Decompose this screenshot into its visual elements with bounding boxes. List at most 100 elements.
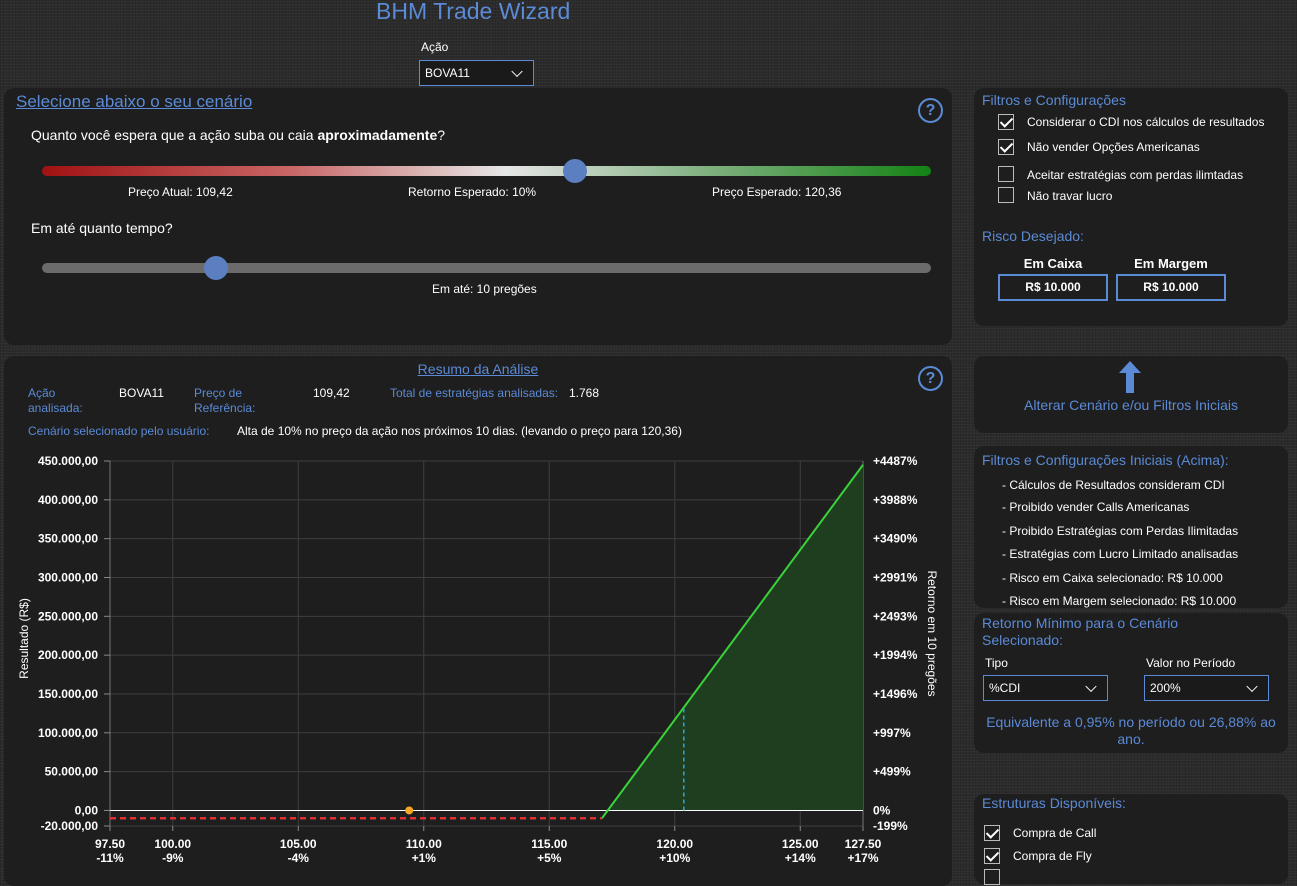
price-slider-thumb[interactable] bbox=[563, 159, 588, 183]
initial-filter-item: - Estratégias com Lucro Limitado analisa… bbox=[1002, 547, 1239, 561]
chevron-down-icon bbox=[1085, 680, 1097, 693]
valor-select-value: 200% bbox=[1150, 681, 1181, 695]
time-slider-track[interactable] bbox=[42, 263, 931, 273]
time-slider-thumb[interactable] bbox=[204, 256, 229, 280]
x-tick-percent: -9% bbox=[162, 851, 184, 865]
x-tick-percent: +17% bbox=[847, 851, 878, 865]
app-title: BHM Trade Wizard bbox=[376, 0, 571, 24]
acao-analisada-value: BOVA11 bbox=[119, 386, 164, 400]
x-tick-label: 115.00 bbox=[531, 837, 567, 851]
alter-button[interactable]: Alterar Cenário e/ou Filtros Iniciais bbox=[974, 397, 1288, 413]
checkbox-lock-profit[interactable] bbox=[998, 187, 1014, 203]
tipo-select[interactable]: %CDI bbox=[983, 675, 1108, 701]
preco-referencia-value: 109,42 bbox=[313, 386, 350, 400]
initial-filters-panel: Filtros e Configurações Iniciais (Acima)… bbox=[974, 446, 1288, 608]
x-tick-percent: -4% bbox=[288, 851, 310, 865]
x-tick-label: 127.50 bbox=[845, 837, 882, 851]
time-label: Em até: 10 pregões bbox=[432, 282, 537, 296]
acao-select[interactable]: BOVA11 bbox=[419, 60, 534, 86]
y2-tick-label: -199% bbox=[873, 819, 908, 833]
time-question: Em até quanto tempo? bbox=[31, 220, 173, 236]
scenario-panel: Selecione abaixo o seu cenário ? Quanto … bbox=[4, 88, 952, 345]
scenario-title[interactable]: Selecione abaixo o seu cenário bbox=[16, 92, 252, 112]
checkbox-cdi-label: Considerar o CDI nos cálculos de resulta… bbox=[1027, 115, 1265, 129]
filters-title: Filtros e Configurações bbox=[982, 92, 1126, 108]
y-tick-label: 300.000,00 bbox=[38, 570, 98, 584]
y-tick-label: 350.000,00 bbox=[38, 532, 98, 546]
x-tick-percent: +5% bbox=[537, 851, 562, 865]
y-tick-label: 0,00 bbox=[75, 803, 99, 817]
checkbox-lock-profit-label: Não travar lucro bbox=[1027, 189, 1113, 203]
expected-price-label: Preço Esperado: 120,36 bbox=[712, 185, 842, 199]
y-tick-label: -20.000,00 bbox=[41, 819, 99, 833]
acao-analisada-label: Ação analisada: bbox=[28, 386, 83, 415]
checkbox-compra-fly[interactable] bbox=[984, 848, 1000, 864]
y-axis-ticks: 450.000,00 400.000,00 350.000,00 300.000,00… bbox=[38, 454, 110, 833]
x-tick-label: 105.00 bbox=[280, 837, 317, 851]
y-tick-label: 250.000,00 bbox=[38, 609, 98, 623]
question-text: Quanto você espera que a ação suba ou ca… bbox=[31, 127, 318, 143]
y2-tick-label: +4487% bbox=[873, 454, 918, 468]
y-tick-label: 100.000,00 bbox=[38, 726, 98, 740]
payoff-chart: 450.000,00 400.000,00 350.000,00 300.000,00… bbox=[17, 454, 939, 865]
y-tick-label: 150.000,00 bbox=[38, 687, 98, 701]
acao-label: Ação bbox=[421, 40, 449, 54]
initial-filter-item: - Risco em Margem selecionado: R$ 10.000 bbox=[1002, 594, 1237, 608]
min-return-title: Retorno Mínimo para o Cenário Selecionad… bbox=[982, 615, 1179, 648]
checkbox-next-structure[interactable] bbox=[984, 869, 1000, 885]
checkbox-cdi[interactable] bbox=[998, 114, 1014, 130]
tipo-label: Tipo bbox=[985, 656, 1008, 670]
y-tick-label: 450.000,00 bbox=[38, 454, 98, 468]
x-tick-percent: -11% bbox=[96, 851, 124, 865]
y2-tick-label: +3490% bbox=[873, 532, 918, 546]
checkbox-american[interactable] bbox=[998, 139, 1014, 155]
y-tick-label: 200.000,00 bbox=[38, 648, 98, 662]
y2-tick-label: +1496% bbox=[873, 687, 918, 701]
chevron-down-icon bbox=[511, 65, 523, 78]
preco-referencia-label: Preço de Referência: bbox=[194, 386, 256, 415]
valor-select[interactable]: 200% bbox=[1144, 675, 1269, 701]
arrow-up-icon bbox=[1119, 361, 1141, 393]
checkbox-unlimited-loss[interactable] bbox=[998, 166, 1014, 182]
price-slider-track[interactable] bbox=[42, 166, 931, 176]
risk-margem-label: Em Margem bbox=[1134, 256, 1208, 271]
scenario-question: Quanto você espera que a ação suba ou ca… bbox=[31, 127, 445, 143]
current-price-label: Preço Atual: 109,42 bbox=[128, 185, 233, 199]
y2-axis-ticks: +4487% +3988% +3490% +2991% +2493% +1994% +149… bbox=[873, 454, 918, 833]
x-tick-percent: +1% bbox=[412, 851, 437, 865]
total-estrategias-value: 1.768 bbox=[569, 386, 600, 400]
risk-margem-input[interactable]: R$ 10.000 bbox=[1116, 274, 1226, 301]
help-icon[interactable]: ? bbox=[918, 98, 943, 123]
initial-filter-item: - Proibido Estratégias com Perdas Ilimit… bbox=[1002, 524, 1239, 538]
y-tick-label: 50.000,00 bbox=[45, 765, 99, 779]
summary-title[interactable]: Resumo da Análise bbox=[4, 361, 952, 377]
help-icon[interactable]: ? bbox=[918, 366, 943, 391]
y2-tick-label: 0% bbox=[873, 803, 891, 817]
x-tick-label: 97.50 bbox=[95, 837, 125, 851]
checkbox-american-label: Não vender Opções Americanas bbox=[1027, 140, 1200, 154]
risk-title: Risco Desejado: bbox=[982, 228, 1084, 244]
initial-filter-item: - Cálculos de Resultados consideram CDI bbox=[1002, 478, 1225, 492]
structures-title: Estruturas Disponíveis: bbox=[982, 795, 1126, 811]
checkbox-compra-call[interactable] bbox=[984, 825, 1000, 841]
y2-tick-label: +3988% bbox=[873, 493, 918, 507]
y-tick-label: 400.000,00 bbox=[38, 493, 98, 507]
filters-panel: Filtros e Configurações Considerar o CDI… bbox=[974, 88, 1288, 326]
alter-panel[interactable]: Alterar Cenário e/ou Filtros Iniciais bbox=[974, 356, 1288, 433]
x-axis-ticks: 97.50-11% 100.00-9% 105.00-4% 110.00+1% 115.… bbox=[95, 826, 882, 865]
y2-tick-label: +499% bbox=[873, 765, 911, 779]
x-tick-label: 100.00 bbox=[154, 837, 191, 851]
chevron-down-icon bbox=[1246, 680, 1258, 693]
y-axis-label: Resultado (R$) bbox=[17, 598, 31, 679]
cenario-value: Alta de 10% no preço da ação nos próximo… bbox=[237, 424, 682, 438]
equivalente-text: Equivalente a 0,95% no período ou 26,88%… bbox=[986, 714, 1276, 747]
current-price-marker bbox=[405, 806, 414, 815]
y2-tick-label: +2991% bbox=[873, 570, 918, 584]
risk-caixa-input[interactable]: R$ 10.000 bbox=[998, 274, 1108, 301]
initial-filter-item: - Proibido vender Calls Americanas bbox=[1002, 500, 1190, 514]
checkbox-compra-fly-label: Compra de Fly bbox=[1013, 849, 1092, 863]
structures-panel: Estruturas Disponíveis: Compra de Call C… bbox=[974, 794, 1288, 885]
checkbox-unlimited-loss-label: Aceitar estratégias com perdas ilimtadas bbox=[1027, 168, 1244, 182]
y2-tick-label: +997% bbox=[873, 726, 911, 740]
cenario-label: Cenário selecionado pelo usuário: bbox=[28, 424, 210, 438]
